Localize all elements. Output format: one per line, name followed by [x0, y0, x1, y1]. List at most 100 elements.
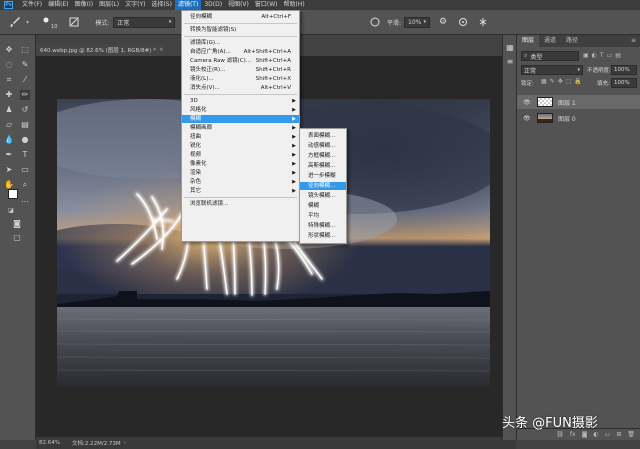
panel-menu-icon[interactable]: ≡	[631, 35, 640, 47]
menu-item-filter-gallery[interactable]: 滤镜库(G)...	[182, 39, 299, 47]
tab-layers[interactable]: 图层	[517, 35, 540, 47]
history-brush-tool-icon[interactable]: ↺	[20, 105, 30, 115]
layer-row[interactable]: 👁 图层 1	[517, 95, 640, 109]
menu-item-browse-filters-online[interactable]: 浏览联机滤镜...	[182, 200, 299, 208]
submenu-item-box-blur[interactable]: 方框模糊...	[300, 152, 346, 160]
eye-icon[interactable]: 👁	[523, 115, 531, 122]
tab-paths[interactable]: 路径	[561, 35, 583, 47]
close-icon[interactable]: ×	[159, 47, 164, 53]
fill-input[interactable]: 100%	[611, 78, 637, 88]
menu-item-last-filter[interactable]: 径向模糊 Alt+Ctrl+F	[182, 13, 299, 21]
document-size[interactable]: 文档:2.22M/2.73M	[72, 439, 121, 447]
blend-mode-select[interactable]: 正常 ▾	[521, 65, 583, 75]
blur-tool-icon[interactable]: 💧	[4, 135, 14, 145]
history-panel-icon[interactable]: ▦	[505, 43, 515, 53]
clone-stamp-tool-icon[interactable]: ♟	[4, 105, 14, 115]
dodge-tool-icon[interactable]: ●	[20, 135, 30, 145]
smoothing-input[interactable]: 10% ▾	[404, 16, 430, 28]
menu-select[interactable]: 选择(S)	[148, 0, 175, 10]
layer-name[interactable]: 图层 0	[558, 114, 576, 123]
mode-select[interactable]: 正常 ▾	[113, 16, 176, 28]
eraser-tool-icon[interactable]: ▱	[4, 120, 14, 130]
gear-icon[interactable]: ⚙	[436, 15, 450, 29]
foreground-color-swatch[interactable]	[8, 189, 18, 199]
lock-transparency-icon[interactable]: ▦	[541, 78, 547, 85]
new-group-icon[interactable]: ▭	[605, 431, 611, 438]
rectangle-tool-icon[interactable]: ▭	[20, 165, 30, 175]
menu-item-convert-smart-filters[interactable]: 转换为智能滤镜(S)	[182, 26, 299, 34]
submenu-item-shape-blur[interactable]: 形状模糊...	[300, 232, 346, 240]
add-mask-icon[interactable]: ◙	[582, 431, 588, 438]
adjustment-filter-icon[interactable]: ◐	[592, 52, 597, 59]
menu-3d[interactable]: 3D(D)	[201, 0, 225, 10]
pixel-filter-icon[interactable]: ▣	[583, 52, 589, 59]
lock-pixels-icon[interactable]: ✎	[550, 78, 555, 85]
eye-icon[interactable]: 👁	[523, 99, 531, 106]
menu-window[interactable]: 窗口(W)	[252, 0, 281, 10]
menu-item-blur[interactable]: 模糊 ▶	[182, 115, 299, 123]
submenu-item-motion-blur[interactable]: 动感模糊...	[300, 142, 346, 150]
menu-item-adaptive-wide-angle[interactable]: 自适应广角(A)... Alt+Shift+Ctrl+A	[182, 48, 299, 56]
properties-panel-icon[interactable]: ≡	[505, 57, 515, 67]
move-tool-icon[interactable]: ✥	[4, 45, 14, 55]
menu-filter[interactable]: 滤镜(T)	[174, 0, 202, 10]
menu-file[interactable]: 文件(F)	[19, 0, 45, 10]
healing-brush-tool-icon[interactable]: ✚	[4, 90, 14, 100]
trash-icon[interactable]: 🗑	[627, 431, 635, 438]
menu-item-stylize[interactable]: 风格化 ▶	[182, 106, 299, 114]
menu-item-liquify[interactable]: 液化(L)... Shift+Ctrl+X	[182, 75, 299, 83]
lock-all-icon[interactable]: 🔒	[574, 78, 581, 85]
smart-filter-icon[interactable]: ▤	[615, 52, 621, 59]
zoom-level[interactable]: 82.64%	[39, 440, 60, 446]
crop-tool-icon[interactable]: ⌗	[4, 75, 14, 85]
lock-position-icon[interactable]: ✥	[558, 78, 563, 85]
menu-item-3d[interactable]: 3D ▶	[182, 97, 299, 105]
opacity-input[interactable]: 100%	[611, 65, 637, 75]
menu-item-lens-correction[interactable]: 镜头校正(R)... Shift+Ctrl+R	[182, 66, 299, 74]
pressure-size-icon[interactable]	[456, 15, 470, 29]
brush-settings-icon[interactable]	[67, 15, 81, 29]
submenu-item-blur-more[interactable]: 进一步模糊	[300, 172, 346, 180]
adjustment-layer-icon[interactable]: ◐	[593, 431, 598, 438]
link-layers-icon[interactable]: ⛓	[556, 431, 564, 438]
tab-channels[interactable]: 通道	[539, 35, 561, 47]
zoom-tool-icon[interactable]: ⌕	[20, 180, 30, 190]
submenu-item-blur[interactable]: 模糊	[300, 202, 346, 210]
tool-preset-arrow-icon[interactable]: ▾	[26, 19, 29, 26]
submenu-item-radial-blur[interactable]: 径向模糊...	[300, 182, 346, 190]
type-filter-icon[interactable]: T	[600, 52, 604, 59]
lasso-tool-icon[interactable]: ◌	[4, 60, 14, 70]
brush-tool-icon[interactable]: ✏	[20, 90, 30, 100]
menu-item-video[interactable]: 视频 ▶	[182, 151, 299, 159]
menu-edit[interactable]: 编辑(E)	[45, 0, 71, 10]
pressure-opacity-icon[interactable]	[369, 16, 381, 28]
menu-help[interactable]: 帮助(H)	[281, 0, 308, 10]
lock-artboard-icon[interactable]: ⬚	[566, 78, 572, 85]
menu-type[interactable]: 文字(Y)	[122, 0, 148, 10]
document-tab[interactable]: 640.webp.jpg @ 82.6% (图层 1, RGB/8#) * ×	[36, 44, 164, 56]
layer-kind-filter[interactable]: ⌕ 类型	[521, 51, 579, 61]
menu-view[interactable]: 视图(V)	[225, 0, 252, 10]
pen-tool-icon[interactable]: ✒	[4, 150, 14, 160]
gradient-tool-icon[interactable]: ▤	[20, 120, 30, 130]
menu-item-blur-gallery[interactable]: 模糊画廊 ▶	[182, 124, 299, 132]
submenu-item-surface-blur[interactable]: 表面模糊...	[300, 132, 346, 140]
submenu-item-average[interactable]: 平均	[300, 212, 346, 220]
shape-filter-icon[interactable]: ▭	[607, 52, 613, 59]
quick-mask-icon[interactable]: ◙	[12, 219, 22, 229]
symmetry-icon[interactable]	[476, 15, 490, 29]
brush-tool-icon[interactable]	[6, 13, 24, 31]
default-colors-icon[interactable]: ◪	[6, 206, 16, 216]
submenu-item-smart-blur[interactable]: 特殊模糊...	[300, 222, 346, 230]
chevron-right-icon[interactable]: ›	[124, 440, 126, 446]
menu-item-distort[interactable]: 扭曲 ▶	[182, 133, 299, 141]
menu-layer[interactable]: 图层(L)	[96, 0, 122, 10]
path-selection-tool-icon[interactable]: ➤	[4, 165, 14, 175]
menu-image[interactable]: 图像(I)	[72, 0, 96, 10]
menu-item-other[interactable]: 其它 ▶	[182, 187, 299, 195]
submenu-item-lens-blur[interactable]: 镜头模糊...	[300, 192, 346, 200]
screen-mode-icon[interactable]: ▢	[12, 233, 22, 243]
new-layer-icon[interactable]: ⊞	[616, 431, 621, 438]
marquee-tool-icon[interactable]: ⬚	[20, 45, 30, 55]
submenu-item-gaussian-blur[interactable]: 高斯模糊...	[300, 162, 346, 170]
